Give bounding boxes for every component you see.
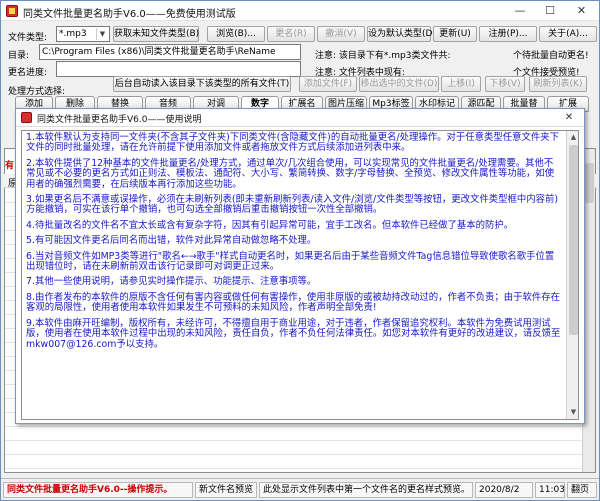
help-paragraph-2: 2.本软件提供了12种基本的文件批量更名/处理方式，通过单次/几次组合使用，可以… [26, 157, 555, 190]
about-button[interactable]: 关于(A)... [539, 26, 597, 42]
dialog-title: 同类文件批量更名助手V6.0——使用说明 [37, 115, 202, 125]
status-time: 11:03 [535, 482, 565, 498]
add-file-button[interactable]: 添加文件(F) [299, 76, 357, 92]
help-paragraph-1: 1.本软件默认为支持同一文件夹(不含其子文件夹)下同类文件(含隐藏文件)的自动批… [26, 132, 559, 154]
table-row[interactable] [5, 441, 595, 455]
remove-selected-button[interactable]: 移出选中的文件(D) [359, 76, 439, 92]
close-button[interactable]: ✕ [565, 2, 598, 20]
help-paragraph-8: 8.由作者发布的本软件的原版不含任何有害内容或做任何有害操作，使用非原版的或被劫… [26, 291, 560, 314]
auto-read-button[interactable]: 后台自动读入该目录下该类型的所有文件(T) [113, 76, 291, 92]
help-paragraph-9: 9.本软件由麻开旺编制，版权所有，未经许可，不得擅自用于商业用途，对于违者，作者… [26, 317, 561, 350]
dir-label: 目录: [8, 51, 30, 61]
help-paragraph-4: 4.待批量改名的文件名不宜太长或含有复杂字符，因其有引起异常可能，宜手工改名。但… [26, 219, 514, 231]
undo-button[interactable]: 撤消(V) [317, 26, 365, 42]
dir-field[interactable]: C:\Program Files (x86)\同类文件批量更名助手\ReName [39, 44, 301, 60]
page-turn-button[interactable]: 翻页 [567, 482, 597, 498]
scroll-up-icon[interactable]: ▲ [567, 131, 578, 144]
file-type-value: *.mp3 [59, 29, 87, 39]
rename-button[interactable]: 更名(R) [267, 26, 315, 42]
dialog-title-bar[interactable]: 同类文件批量更名助手V6.0——使用说明 ✕ [16, 109, 584, 127]
window-title: 同类文件批量更名助手V6.0——免费使用测试版 [23, 9, 236, 20]
chevron-down-icon: ▼ [96, 28, 108, 40]
table-row[interactable] [5, 455, 595, 469]
dir-note-1: 注意: 该目录下有*.mp3类文件共: [315, 51, 451, 61]
browse-button[interactable]: 浏览(B)... [207, 26, 265, 42]
help-dialog: 同类文件批量更名助手V6.0——使用说明 ✕ 1.本软件默认为支持同一文件夹(不… [15, 108, 585, 424]
dialog-text-area[interactable]: 1.本软件默认为支持同一文件夹(不含其子文件夹)下同类文件(含隐藏文件)的自动批… [21, 130, 579, 420]
status-preview-label: 新文件名预览 [195, 482, 257, 498]
help-paragraph-5: 5.有可能因文件更名后同名而出错，软件对此异常自动做忽略不处理。 [26, 235, 317, 247]
get-unknown-type-button[interactable]: 获取未知文件类型(B) [113, 26, 199, 42]
dialog-scrollbar-thumb[interactable] [569, 145, 578, 335]
help-paragraph-6: 6.当对音频文件如MP3类等进行"歌名←→歌手"样式自动更名时，如果更名后由于某… [26, 250, 555, 273]
move-up-button[interactable]: 上移(I) [441, 76, 481, 92]
set-default-type-button[interactable]: 设为默认类型(D) [367, 26, 436, 42]
status-hint: 此处显示文件列表中第一个文件名的更名样式预览。 [259, 482, 473, 498]
scroll-down-icon[interactable]: ▼ [567, 406, 578, 419]
file-type-label: 文件类型: [8, 33, 48, 43]
move-down-button[interactable]: 下移(V) [485, 76, 525, 92]
file-type-select[interactable]: *.mp3 ▼ [56, 26, 110, 42]
title-bar[interactable]: 同类文件批量更名助手V6.0——免费使用测试版 — ☐ ✕ [1, 1, 599, 21]
refresh-list-button[interactable]: 刷新列表(K) [529, 76, 587, 92]
maximize-button[interactable]: ☐ [535, 2, 565, 20]
minimize-button[interactable]: — [505, 2, 535, 20]
dialog-close-button[interactable]: ✕ [556, 110, 582, 125]
status-date: 2020/8/2 [475, 482, 533, 498]
update-button[interactable]: 更新(U) [433, 26, 477, 42]
list-scrollbar-thumb[interactable] [585, 163, 594, 203]
status-bar: 同类文件批量更名助手V6.0--操作提示。 新文件名预览 此处显示文件列表中第一… [1, 478, 599, 500]
dialog-app-icon [21, 112, 32, 123]
help-paragraph-3: 3.如果更名后不满意或误操作，必须在未刷新列表(即未重新刷新列表/读入文件/浏览… [26, 194, 558, 216]
app-icon [6, 5, 18, 17]
help-paragraph-7: 7.其他一些使用说明，请参见实时操作提示、功能提示、注意事项等。 [26, 276, 317, 288]
register-button[interactable]: 注册(P)... [479, 26, 537, 42]
dialog-text: 1.本软件默认为支持同一文件夹(不含其子文件夹)下同类文件(含隐藏文件)的自动批… [26, 132, 562, 355]
progress-label: 更名进度: [8, 68, 48, 78]
progress-bar [56, 61, 301, 77]
main-window: 同类文件批量更名助手V6.0——免费使用测试版 — ☐ ✕ 文件类型: *.mp… [0, 0, 600, 501]
table-row[interactable] [5, 427, 595, 441]
list-side-label: 有 [5, 161, 15, 171]
dialog-scrollbar[interactable]: ▲ ▼ [566, 131, 578, 419]
dir-count-1: 个待批量自动更名! [513, 51, 589, 61]
status-app-label: 同类文件批量更名助手V6.0--操作提示。 [3, 482, 193, 498]
